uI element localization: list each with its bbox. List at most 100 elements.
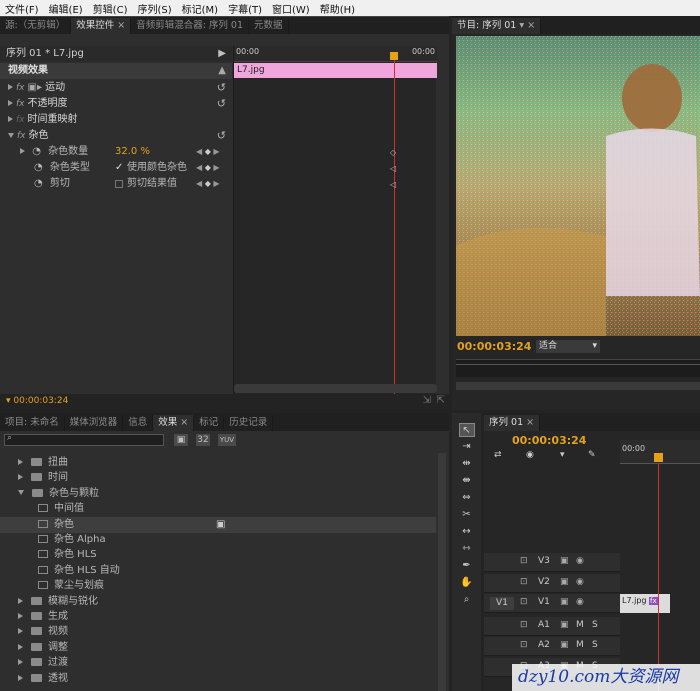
source-patch[interactable]: V1 <box>490 597 514 610</box>
effect-item[interactable]: 蒙尘与划痕 <box>0 578 436 594</box>
stopwatch-icon[interactable]: ◔ <box>34 162 43 173</box>
tab-program[interactable]: 节目: 序列 01 ▾ × <box>452 18 542 34</box>
fx-icon[interactable]: fx <box>16 99 25 109</box>
effect-folder[interactable]: 时间 <box>0 470 436 486</box>
close-icon[interactable]: × <box>117 20 125 31</box>
play-only-icon[interactable]: ▶ <box>218 46 226 62</box>
menu-item[interactable]: 剪辑(C) <box>88 1 133 16</box>
track-area[interactable] <box>620 637 700 656</box>
dropdown-icon[interactable]: ▾ <box>519 20 524 31</box>
menu-item[interactable]: 标记(M) <box>177 1 223 16</box>
footer-timecode[interactable]: ▾ 00:00:03:24 <box>6 396 68 406</box>
tab-metadata[interactable]: 元数据 <box>249 18 289 34</box>
sync-lock-icon[interactable]: ▣ <box>560 597 569 607</box>
effect-time-remap[interactable]: fx 时间重映射 <box>0 112 232 128</box>
fit-dropdown[interactable]: 适合 ▾ <box>536 340 600 353</box>
lock-icon[interactable]: ⊡ <box>520 556 528 566</box>
tab-effect-controls[interactable]: 效果控件 × <box>71 18 132 34</box>
clip-result-checkbox[interactable] <box>115 180 123 188</box>
eye-icon[interactable]: ◉ <box>576 597 584 607</box>
tab-sequence[interactable]: 序列 01 × <box>484 415 541 431</box>
ripple-edit-icon[interactable]: ⇹ <box>459 457 475 471</box>
voice-icon[interactable]: ▣ <box>560 620 569 630</box>
tab-info[interactable]: 信息 <box>123 415 154 431</box>
sync-lock-icon[interactable]: ▣ <box>560 556 569 566</box>
tab-history[interactable]: 历史记录 <box>224 415 274 431</box>
search-input[interactable]: ⌕ <box>4 433 164 446</box>
fx-icon[interactable]: fx <box>17 131 26 141</box>
menu-item[interactable]: 文件(F) <box>0 1 44 16</box>
zoom-tool-icon[interactable]: ⌕ <box>459 593 475 607</box>
timeline-ruler[interactable]: 00:00 <box>620 440 700 464</box>
track-area[interactable] <box>620 553 700 572</box>
playhead-handle-icon[interactable] <box>654 453 663 462</box>
expand-arrow-icon[interactable] <box>18 659 23 666</box>
slip-tool-icon[interactable]: ↔ <box>459 525 475 539</box>
lock-icon[interactable]: ⊡ <box>520 597 528 607</box>
menu-item[interactable]: 帮助(H) <box>315 1 360 16</box>
selection-tool-icon[interactable]: ↖ <box>458 423 475 437</box>
next-keyframe-icon[interactable]: ▶ <box>213 163 219 172</box>
track-area[interactable] <box>620 573 700 593</box>
next-keyframe-icon[interactable]: ▶ <box>213 179 219 188</box>
close-icon[interactable]: × <box>526 417 534 428</box>
effect-folder[interactable]: 扭曲 <box>0 455 436 471</box>
noise-amount-value[interactable]: 32.0 % <box>115 144 150 160</box>
effects-scrollbar[interactable] <box>438 453 446 691</box>
track-name[interactable]: V1 <box>538 597 550 607</box>
effect-item[interactable]: 中间值 <box>0 501 436 517</box>
prev-keyframe-icon[interactable]: ◀ <box>196 179 202 188</box>
expand-arrow-icon[interactable] <box>18 474 23 481</box>
export-icon[interactable]: ⇲ <box>423 395 431 406</box>
use-color-checkbox[interactable]: ✓ <box>115 160 123 176</box>
reset-icon[interactable]: ↺ <box>217 96 226 112</box>
expand-arrow-icon[interactable] <box>18 613 23 619</box>
add-keyframe-icon[interactable]: ◆ <box>205 179 211 188</box>
effect-item[interactable]: 杂色 HLS 自动 <box>0 563 436 579</box>
close-icon[interactable]: × <box>180 417 188 428</box>
linked-selection-icon[interactable]: ◉ <box>526 450 534 460</box>
clip-bar[interactable]: L7.jpg <box>234 63 437 78</box>
timeline-scrollbar[interactable] <box>234 384 437 393</box>
effect-item[interactable]: 杂色 Alpha <box>0 532 436 548</box>
hand-tool-icon[interactable]: ✋ <box>459 576 475 590</box>
tab-media-browser[interactable]: 媒体浏览器 <box>65 415 124 431</box>
lock-icon[interactable]: ⊡ <box>520 620 528 630</box>
track-name[interactable]: A1 <box>538 620 550 630</box>
mute-button[interactable]: M <box>576 640 584 650</box>
effect-opacity[interactable]: fx 不透明度 ↺ <box>0 96 232 112</box>
menu-item[interactable]: 窗口(W) <box>267 1 315 16</box>
effect-folder[interactable]: 调整 <box>0 640 436 656</box>
expand-arrow-icon[interactable] <box>8 84 13 90</box>
fx-icon[interactable]: fx <box>16 83 25 93</box>
expand-arrow-icon[interactable] <box>8 100 13 106</box>
collapse-arrow-icon[interactable] <box>18 490 24 496</box>
effect-folder[interactable]: 视频 <box>0 624 436 640</box>
reset-icon[interactable]: ↺ <box>217 80 226 96</box>
track-name[interactable]: V3 <box>538 556 550 566</box>
effect-item[interactable]: 杂色 ▣ <box>0 516 436 533</box>
mute-button[interactable]: M <box>576 620 584 630</box>
reset-icon[interactable]: ↺ <box>217 128 226 144</box>
effect-folder[interactable]: 生成 <box>0 609 436 625</box>
expand-arrow-icon[interactable] <box>18 459 23 465</box>
eye-icon[interactable]: ◉ <box>576 577 584 587</box>
render-icon[interactable]: ⇱ <box>437 395 445 406</box>
collapse-up-icon[interactable]: ▲ <box>218 63 226 79</box>
lock-icon[interactable]: ⊡ <box>520 640 528 650</box>
effect-folder[interactable]: 模糊与锐化 <box>0 594 436 610</box>
effect-folder[interactable]: 透视 <box>0 671 436 687</box>
menu-item[interactable]: 字幕(T) <box>223 1 267 16</box>
effect-motion[interactable]: fx ▣▸ 运动 ↺ <box>0 80 232 96</box>
sync-lock-icon[interactable]: ▣ <box>560 577 569 587</box>
32bit-filter-icon[interactable]: 32 <box>196 434 210 446</box>
close-icon[interactable]: × <box>527 20 535 31</box>
program-video-frame[interactable] <box>456 36 700 336</box>
accelerated-filter-icon[interactable]: ▣ <box>174 434 188 446</box>
razor-tool-icon[interactable]: ✂ <box>459 508 475 522</box>
timeline-clip[interactable]: L7.jpg fx <box>620 594 670 613</box>
stopwatch-icon[interactable]: ◔ <box>32 146 41 157</box>
menu-item[interactable]: 编辑(E) <box>44 1 88 16</box>
playhead-handle-icon[interactable] <box>390 52 398 60</box>
effect-folder[interactable]: 过渡 <box>0 655 436 671</box>
